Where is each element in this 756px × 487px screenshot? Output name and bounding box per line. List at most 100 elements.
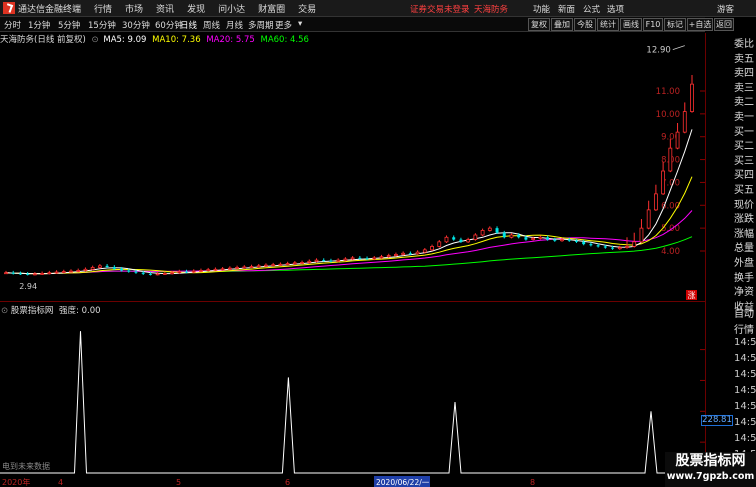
candle [538,235,543,240]
tick-time: 14:5 [734,369,756,380]
stock-alert[interactable]: 天海防务 [474,3,508,15]
cursor-date-label: 2020/06/22/一 [376,478,430,487]
tick-time: 14:5 [734,337,756,348]
quote-field-label: 外盘 [734,258,754,269]
quote-field-label: 卖二 [734,97,754,109]
mark-button[interactable]: 标记 [664,18,686,31]
add-favorite-button[interactable]: +自选 [687,18,713,31]
adjust-button[interactable]: 复权 [528,18,550,31]
strength-line [0,331,700,474]
quote-field-label: 涨幅 [734,228,754,240]
menu-guest[interactable]: 游客 [717,3,734,15]
ma10-line [5,176,693,275]
overlay-button[interactable]: 叠加 [551,18,573,31]
tick-time: 14:5 [734,433,756,444]
menu-discover[interactable]: 发现 [187,2,205,15]
candle [300,260,304,265]
period-60min[interactable]: 60分钟 [155,19,183,31]
candle [69,269,73,273]
chart-title-row: 天海防务(日线 前复权) ⊙ MA5: 9.09 MA10: 7.36 MA20… [0,33,309,45]
period-15min[interactable]: 15分钟 [88,19,116,31]
candle [292,261,297,265]
period-more[interactable]: 更多 [275,19,292,31]
candle [199,268,203,273]
menu-wealth[interactable]: 财富圈 [258,2,285,15]
period-multi[interactable]: 多周期 [248,19,274,31]
quote-field-label: 买一 [734,126,754,138]
period-daily[interactable]: 日线 [180,19,197,31]
candlestick-chart[interactable]: 11.0010.009.008.007.006.005.004.0012.902… [0,45,705,300]
watermark-title: 股票指标网 [675,453,746,469]
menu-quotes[interactable]: 行情 [94,2,112,15]
today-stocks-button[interactable]: 今股 [574,18,596,31]
quote-field-label: 换手 [734,272,754,284]
back-button[interactable]: 返回 [714,18,734,31]
menu-new-page[interactable]: 新面 [558,3,575,15]
indicator-settings-icon[interactable]: ⊙ [1,306,8,316]
candle [632,232,637,248]
x-tick-label: 4 [58,478,63,487]
chevron-down-icon[interactable]: ▾ [298,19,302,29]
menu-formula[interactable]: 公式 [583,3,600,15]
candle [625,237,629,249]
candle [155,272,160,276]
menu-options[interactable]: 选项 [607,3,624,15]
candle [661,161,666,195]
period-1min[interactable]: 1分钟 [28,19,50,31]
candle [227,266,232,270]
menu-ask[interactable]: 问小达 [218,2,245,15]
tick-time: 14:5 [734,401,756,412]
tick-time: 14:5 [734,417,756,428]
period-minute[interactable]: 分时 [4,19,21,31]
quote-field-label: 净资 [734,287,754,299]
candle [329,258,333,263]
x-tick-label: 6 [285,478,290,487]
candle [264,263,268,267]
stock-name: 天海防务(日线 前复权) [0,35,86,45]
f10-button[interactable]: F10 [643,18,663,31]
auto-quote-label: 行情 [734,325,754,336]
indicator-title-row: ⊙ 股票指标网 强度: 0.00 [0,304,101,316]
indicator-chart[interactable]: 400.0300.0200.0100.0电到未来数据 [0,316,705,474]
candle [278,262,283,266]
candle [617,245,622,250]
login-alert[interactable]: 证券交易未登录 [410,3,470,15]
quote-field-label: 卖三 [734,82,754,94]
period-5min[interactable]: 5分钟 [58,19,80,31]
period-monthly[interactable]: 月线 [226,19,243,31]
candle [235,265,239,270]
candle [487,226,492,232]
auto-quote-label: 自动 [734,309,754,320]
candle [242,265,247,269]
draw-button[interactable]: 画线 [620,18,642,31]
stats-button[interactable]: 统计 [597,18,619,31]
menu-trade[interactable]: 交易 [298,2,316,15]
candle [430,244,434,251]
candle [32,272,37,276]
app-title: 通达信金融终端 [18,4,82,15]
y-tick-label: 10.00 [656,110,680,120]
period-weekly[interactable]: 周线 [203,19,220,31]
ma60-label: MA60: 4.56 [260,35,309,45]
x-year-label: 2020年 [2,477,30,487]
tick-time: 14:5 [734,385,756,396]
quote-field-label: 买三 [734,155,754,167]
candle [256,264,261,268]
quote-field-label: 买四 [734,170,754,182]
candle [4,270,8,275]
menu-market[interactable]: 市场 [125,2,143,15]
indicator-corner-text: 电到未来数据 [2,461,50,471]
ma20-label: MA20: 5.75 [206,35,255,45]
high-label: 12.90 [646,46,670,56]
period-30min[interactable]: 30分钟 [122,19,150,31]
candle [40,271,45,275]
high-pointer [672,45,685,50]
candle [76,268,81,273]
menu-function[interactable]: 功能 [533,3,550,15]
quote-field-label: 卖四 [734,68,754,80]
watermark: 股票指标网 www.7gpzb.com [665,452,756,487]
candle [54,270,59,274]
candle [422,248,427,254]
settings-icon[interactable]: ⊙ [92,35,99,45]
menu-news[interactable]: 资讯 [156,2,174,15]
